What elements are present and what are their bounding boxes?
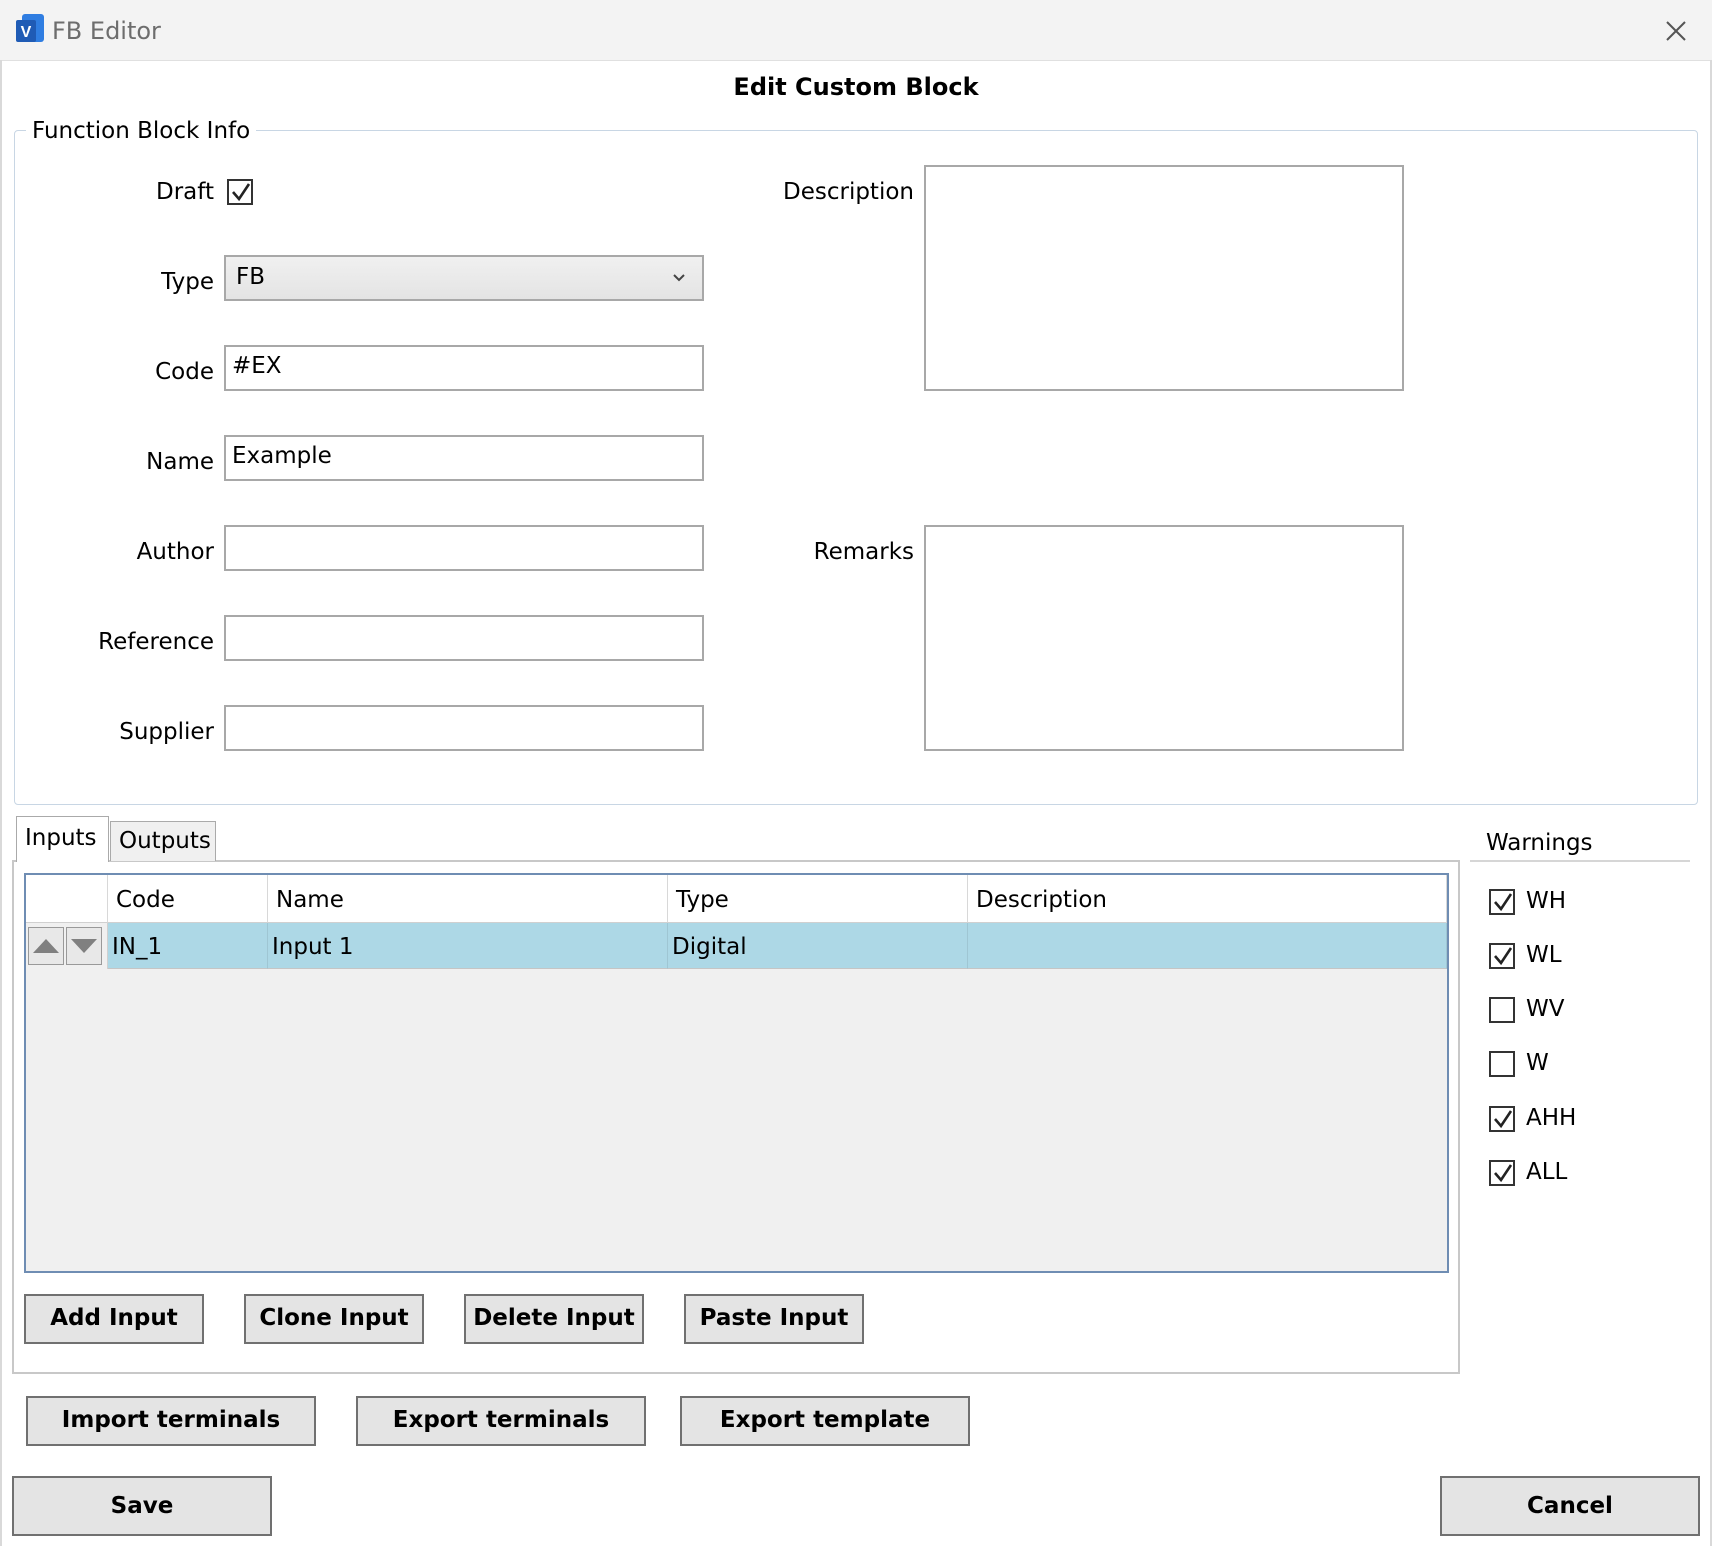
warnings-title: Warnings: [1486, 830, 1593, 856]
column-header-name[interactable]: Name: [268, 875, 668, 923]
warning-checkbox-w[interactable]: [1489, 1051, 1515, 1077]
move-up-button[interactable]: [28, 927, 64, 965]
inputs-grid[interactable]: Code Name Type Description IN_1 Input 1 …: [24, 873, 1449, 1273]
warning-checkbox-wh[interactable]: [1489, 889, 1515, 915]
name-label: Name: [146, 449, 214, 475]
checkmark-icon: [1494, 1110, 1513, 1129]
triangle-down-icon: [71, 939, 97, 953]
type-select-value: FB: [236, 264, 266, 290]
add-input-button[interactable]: Add Input: [24, 1294, 204, 1344]
remarks-textarea[interactable]: [924, 525, 1404, 751]
chevron-down-icon: [673, 274, 685, 282]
dialog-heading: Edit Custom Block: [733, 73, 979, 101]
name-input[interactable]: Example: [224, 435, 704, 481]
column-header-type[interactable]: Type: [668, 875, 968, 923]
cell-name[interactable]: Input 1: [268, 923, 668, 969]
close-icon: [1666, 21, 1686, 41]
reference-input[interactable]: [224, 615, 704, 661]
close-button[interactable]: [1648, 12, 1704, 50]
paste-input-button[interactable]: Paste Input: [684, 1294, 864, 1344]
delete-input-button[interactable]: Delete Input: [464, 1294, 644, 1344]
warning-checkbox-wv[interactable]: [1489, 997, 1515, 1023]
tab-inputs[interactable]: Inputs: [16, 816, 109, 862]
remarks-label: Remarks: [813, 539, 914, 565]
save-button[interactable]: Save: [12, 1476, 272, 1536]
warning-checkbox-wl[interactable]: [1489, 943, 1515, 969]
move-down-button[interactable]: [66, 927, 102, 965]
warning-label-wv: WV: [1526, 996, 1565, 1022]
reference-label: Reference: [98, 629, 214, 655]
author-label: Author: [136, 539, 214, 565]
app-logo-icon: V: [14, 14, 46, 46]
title-bar: V FB Editor: [0, 0, 1712, 61]
cell-description[interactable]: [968, 923, 1447, 969]
tab-outputs[interactable]: Outputs: [110, 821, 216, 861]
description-label: Description: [783, 179, 914, 205]
code-label: Code: [155, 359, 214, 385]
svg-text:V: V: [21, 24, 32, 41]
supplier-label: Supplier: [119, 719, 214, 745]
author-input[interactable]: [224, 525, 704, 571]
checkmark-icon: [1494, 893, 1513, 912]
warning-label-ahh: AHH: [1526, 1105, 1577, 1131]
warning-label-all: ALL: [1526, 1159, 1568, 1185]
import-terminals-button[interactable]: Import terminals: [26, 1396, 316, 1446]
cell-type[interactable]: Digital: [668, 923, 968, 969]
column-header-description[interactable]: Description: [968, 875, 1447, 923]
checkmark-icon: [232, 183, 251, 202]
warning-checkbox-ahh[interactable]: [1489, 1106, 1515, 1132]
window-title: FB Editor: [52, 17, 161, 45]
description-textarea[interactable]: [924, 165, 1404, 391]
warning-label-w: W: [1526, 1050, 1549, 1076]
export-template-button[interactable]: Export template: [680, 1396, 970, 1446]
checkmark-icon: [1494, 1164, 1513, 1183]
type-select[interactable]: FB: [224, 255, 704, 301]
warning-checkbox-all[interactable]: [1489, 1160, 1515, 1186]
warnings-divider: [1470, 860, 1690, 862]
cancel-button[interactable]: Cancel: [1440, 1476, 1700, 1536]
supplier-input[interactable]: [224, 705, 704, 751]
checkmark-icon: [1494, 947, 1513, 966]
column-header-code[interactable]: Code: [108, 875, 268, 923]
cell-code[interactable]: IN_1: [108, 923, 268, 969]
group-label: Function Block Info: [26, 116, 257, 146]
draft-label: Draft: [156, 179, 214, 205]
triangle-up-icon: [33, 939, 59, 953]
export-terminals-button[interactable]: Export terminals: [356, 1396, 646, 1446]
warning-label-wl: WL: [1526, 942, 1562, 968]
type-label: Type: [161, 269, 214, 295]
warning-label-wh: WH: [1526, 888, 1567, 914]
row-header-corner: [26, 875, 108, 923]
row-move-controls: [26, 923, 108, 969]
draft-checkbox[interactable]: [227, 179, 253, 205]
clone-input-button[interactable]: Clone Input: [244, 1294, 424, 1344]
code-input[interactable]: #EX: [224, 345, 704, 391]
